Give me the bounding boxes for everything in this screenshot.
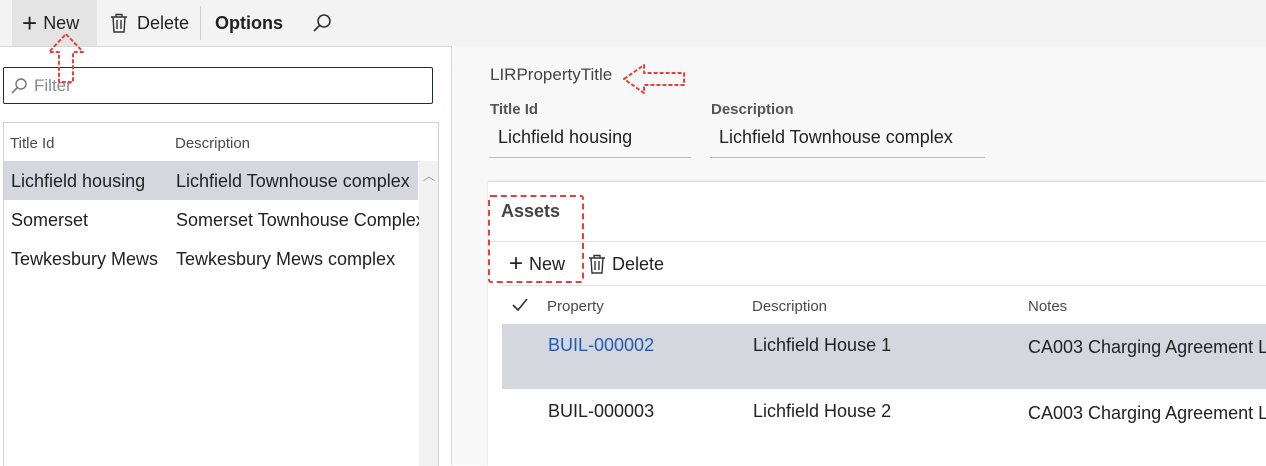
title-id-cell: Tewkesbury Mews [11,249,159,269]
description-cell: Somerset Townhouse Complex [176,210,425,230]
column-header-property[interactable]: Property [547,298,604,315]
list-item[interactable]: Tewkesbury Mews Tewkesbury Mews complex [4,239,418,278]
title-id-label: Title Id [490,101,539,118]
title-id-cell: Lichfield housing [11,171,146,191]
table-row[interactable]: BUIL-000002 Lichfield House 1 CA003 Char… [502,324,1266,389]
column-header-notes[interactable]: Notes [1028,298,1067,315]
column-header-description[interactable]: Description [175,135,250,152]
trash-icon [111,13,127,33]
options-button-label: Options [215,12,283,33]
description-field[interactable]: Lichfield Townhouse complex [710,124,985,158]
new-button-label: New [43,12,80,33]
table-row[interactable]: BUIL-000003 Lichfield House 2 CA003 Char… [502,390,1266,465]
options-button[interactable]: Options [215,0,283,46]
column-header-title-id[interactable]: Title Id [10,135,54,152]
filter-input[interactable] [32,74,416,97]
trash-icon [589,254,605,274]
column-header-description[interactable]: Description [752,298,827,315]
description-label: Description [711,101,794,118]
notes-cell: CA003 Charging Agreement L [1028,403,1266,423]
title-id-field[interactable]: Lichfield housing [489,124,691,158]
assets-delete-button[interactable]: Delete [588,250,664,278]
checkmark-icon[interactable] [512,298,528,312]
property-cell[interactable]: BUIL-000003 [548,401,654,422]
description-cell: Lichfield Townhouse complex [176,171,410,191]
pane-splitter[interactable] [451,46,452,465]
toolbar-divider [200,6,201,40]
description-cell: Tewkesbury Mews complex [176,249,396,269]
scrollbar[interactable]: ︿ [419,161,438,466]
assets-delete-label: Delete [612,253,665,274]
notes-cell: CA003 Charging Agreement L [1028,337,1266,357]
delete-button[interactable]: Delete [110,0,189,46]
annotation-highlight-box [488,195,584,283]
action-pane: + New Delete Options [0,0,1266,47]
title-id-cell: Somerset [11,210,89,230]
search-icon [11,77,27,94]
annotation-arrow-left [623,64,685,94]
search-button[interactable] [312,0,332,46]
property-link[interactable]: BUIL-000002 [548,335,654,356]
assets-grid-header: Property Description Notes [502,285,1266,325]
title-list-grid: Title Id Description Lichfield housing L… [3,122,439,466]
description-cell: Lichfield House 2 [753,401,892,421]
annotation-arrow-up [48,33,84,83]
chevron-up-icon[interactable]: ︿ [423,167,435,184]
description-cell: Lichfield House 1 [753,335,892,355]
form-title: LIRPropertyTitle [490,65,613,84]
grid-header: Title Id Description [4,123,438,162]
plus-icon: + [22,8,38,38]
search-icon [313,14,331,32]
list-item[interactable]: Somerset Somerset Townhouse Complex [4,200,425,239]
delete-button-label: Delete [137,12,190,33]
divider [488,241,1266,242]
list-item[interactable]: Lichfield housing Lichfield Townhouse co… [4,161,418,200]
